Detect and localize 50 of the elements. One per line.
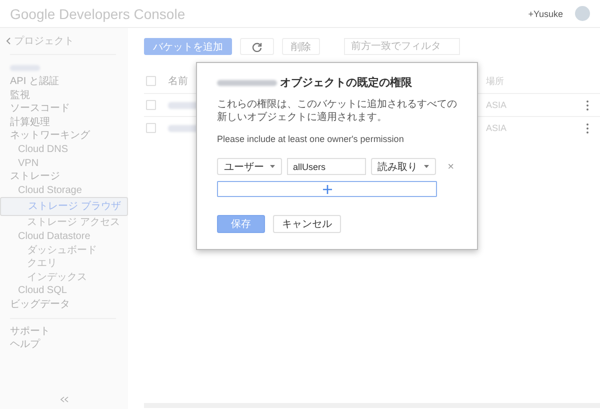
checkbox[interactable] xyxy=(146,123,156,133)
chevron-left-icon xyxy=(6,37,11,45)
nav-item[interactable]: ダッシュボード xyxy=(0,244,128,258)
nav-item[interactable]: ストレージ アクセス xyxy=(0,216,128,230)
nav-item[interactable]: ストレージ xyxy=(0,170,128,184)
plus-icon xyxy=(322,184,332,194)
delete-button[interactable]: 削除 xyxy=(282,38,320,55)
nav-item[interactable]: ヘルプ xyxy=(0,338,128,352)
nav-item[interactable]: サポート xyxy=(0,324,128,338)
column-header: 名前 xyxy=(168,76,188,87)
nav-item[interactable]: クエリ xyxy=(0,257,128,271)
blurred-bucket-name xyxy=(217,80,277,86)
entity-field[interactable]: allUsers xyxy=(287,158,366,175)
dialog-note: Please include at least one owner's permission xyxy=(217,134,405,144)
nav-item[interactable]: Cloud Storage xyxy=(0,184,128,198)
nav-item[interactable]: Cloud DNS xyxy=(0,142,128,157)
back-link[interactable]: プロジェクト xyxy=(14,34,74,48)
filter-field[interactable]: 前方一致でフィルタ xyxy=(344,38,460,55)
checkbox[interactable] xyxy=(146,100,156,110)
checkbox[interactable] xyxy=(146,76,156,86)
nav-item[interactable]: インデックス xyxy=(0,270,128,284)
add-bucket-button[interactable]: バケットを追加 xyxy=(144,38,232,55)
nav-item[interactable]: ソースコード xyxy=(0,102,128,116)
nav-item[interactable]: API と認証 xyxy=(0,75,128,89)
dialog-description: これらの権限は、このバケットに追加されるすべての新しいオブジェクトに適用されます。 xyxy=(217,98,457,124)
caret-icon xyxy=(270,165,275,168)
entity-dropdown[interactable]: ユーザー xyxy=(217,158,282,175)
nav-item[interactable]: 監視 xyxy=(0,88,128,102)
save-button[interactable]: 保存 xyxy=(217,215,265,233)
nav-item[interactable]: Cloud SQL xyxy=(0,284,128,298)
app-logo: Google Developers Console xyxy=(10,6,186,22)
remove-button[interactable]: × xyxy=(444,160,457,172)
user-name[interactable]: +Yusuke xyxy=(528,8,563,18)
nav-item[interactable]: ビッグデータ xyxy=(0,298,128,312)
add-permission-button[interactable] xyxy=(217,181,437,197)
caret-icon xyxy=(424,165,429,168)
nav-item[interactable]: ネットワーキング xyxy=(0,129,128,143)
more-vert-icon[interactable] xyxy=(586,122,589,134)
cancel-button[interactable]: キャンセル xyxy=(273,215,341,233)
avatar[interactable] xyxy=(575,6,590,21)
role-dropdown[interactable]: 読み取り xyxy=(370,158,436,175)
nav-item[interactable]: Cloud Datastore xyxy=(0,230,128,244)
nav-item[interactable]: 計算処理 xyxy=(0,116,128,130)
more-vert-icon[interactable] xyxy=(586,100,589,110)
dialog-title: オブジェクトの既定の権限 xyxy=(280,76,412,90)
nav-item[interactable]: ストレージ ブラウザ xyxy=(0,197,128,216)
collapse-icon[interactable] xyxy=(60,396,68,403)
refresh-icon xyxy=(252,42,262,52)
refresh-button[interactable] xyxy=(240,38,274,55)
nav-item[interactable]: VPN xyxy=(0,156,128,170)
